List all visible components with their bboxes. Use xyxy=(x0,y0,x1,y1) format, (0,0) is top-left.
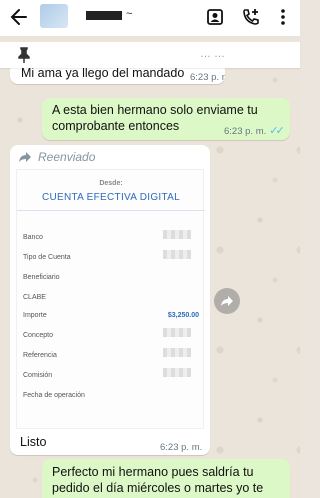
message-time: 6:23 p. m. xyxy=(160,442,203,453)
receipt-row-label: Importe xyxy=(23,312,47,319)
add-call-icon[interactable] xyxy=(240,6,262,28)
receipt-row-label: Fecha de operación xyxy=(23,392,85,399)
message-forwarded-receipt[interactable]: Reenviado Desde: CUENTA EFECTIVA DIGITAL… xyxy=(10,145,210,455)
receipt-row-label: Comisión xyxy=(23,372,53,379)
contact-card-icon[interactable] xyxy=(204,6,226,28)
receipt-image[interactable]: Desde: CUENTA EFECTIVA DIGITAL Banco Tip… xyxy=(16,169,205,429)
receipt-row: Tipo de Cuenta xyxy=(23,250,199,262)
receipt-row-label: CLABE xyxy=(23,294,46,301)
receipt-row-label: Banco xyxy=(23,234,43,241)
back-arrow-icon[interactable] xyxy=(9,6,29,28)
receipt-row-label: Concepto xyxy=(23,332,53,339)
redacted-value xyxy=(163,230,191,239)
receipt-row: Fecha de operación xyxy=(23,388,199,400)
forwarded-label: Reenviado xyxy=(18,149,95,165)
pin-icon xyxy=(16,46,32,64)
message-caption: Listo xyxy=(20,435,47,449)
receipt-row: Concepto xyxy=(23,328,199,340)
receipt-row-label: Referencia xyxy=(23,352,57,359)
receipt-amount: $3,250.00 xyxy=(167,312,199,319)
receipt-row: CLABE xyxy=(23,290,199,302)
receipt-row-label: Tipo de Cuenta xyxy=(23,254,71,261)
receipt-row: Banco xyxy=(23,230,199,242)
message-text: Perfecto mi hermano pues saldría tu pedi… xyxy=(52,465,264,495)
message-meta: 6:23 p. m. ✓✓ xyxy=(224,123,285,140)
receipt-row: Beneficiario xyxy=(23,270,199,282)
message-time: 6:23 p. m. xyxy=(190,72,225,83)
chat-header: ~ ¹¹ xyxy=(0,0,300,36)
share-button[interactable] xyxy=(214,288,240,314)
more-vert-icon[interactable] xyxy=(272,6,294,28)
read-ticks-icon: ✓✓ xyxy=(269,125,285,137)
receipt-row: Comisión xyxy=(23,368,199,380)
receipt-divider xyxy=(17,210,205,211)
pinned-text: … … xyxy=(200,48,226,60)
redacted-name xyxy=(86,11,122,20)
redacted-value xyxy=(163,348,191,357)
message-time: 6:23 p. m. xyxy=(224,126,267,137)
message-outgoing[interactable]: Perfecto mi hermano pues saldría tu pedi… xyxy=(42,459,290,498)
message-outgoing[interactable]: A esta bien hermano solo enviame tu comp… xyxy=(42,98,290,140)
forwarded-text: Reenviado xyxy=(38,150,96,164)
pinned-message-bar[interactable]: … … xyxy=(0,42,300,68)
redacted-value xyxy=(163,368,191,377)
contact-name[interactable]: ~ ¹¹ xyxy=(86,9,138,21)
redacted-value xyxy=(163,328,191,337)
receipt-account-name: CUENTA EFECTIVA DIGITAL xyxy=(41,192,181,203)
receipt-row: Referencia xyxy=(23,348,199,360)
forward-icon xyxy=(19,152,31,162)
share-icon xyxy=(221,296,233,306)
contact-name-tail: ~ ¹¹ xyxy=(126,9,138,21)
receipt-row-label: Beneficiario xyxy=(23,274,60,281)
receipt-row: Importe $3,250.00 xyxy=(23,308,199,320)
redacted-value xyxy=(163,250,191,259)
avatar[interactable] xyxy=(40,4,68,28)
